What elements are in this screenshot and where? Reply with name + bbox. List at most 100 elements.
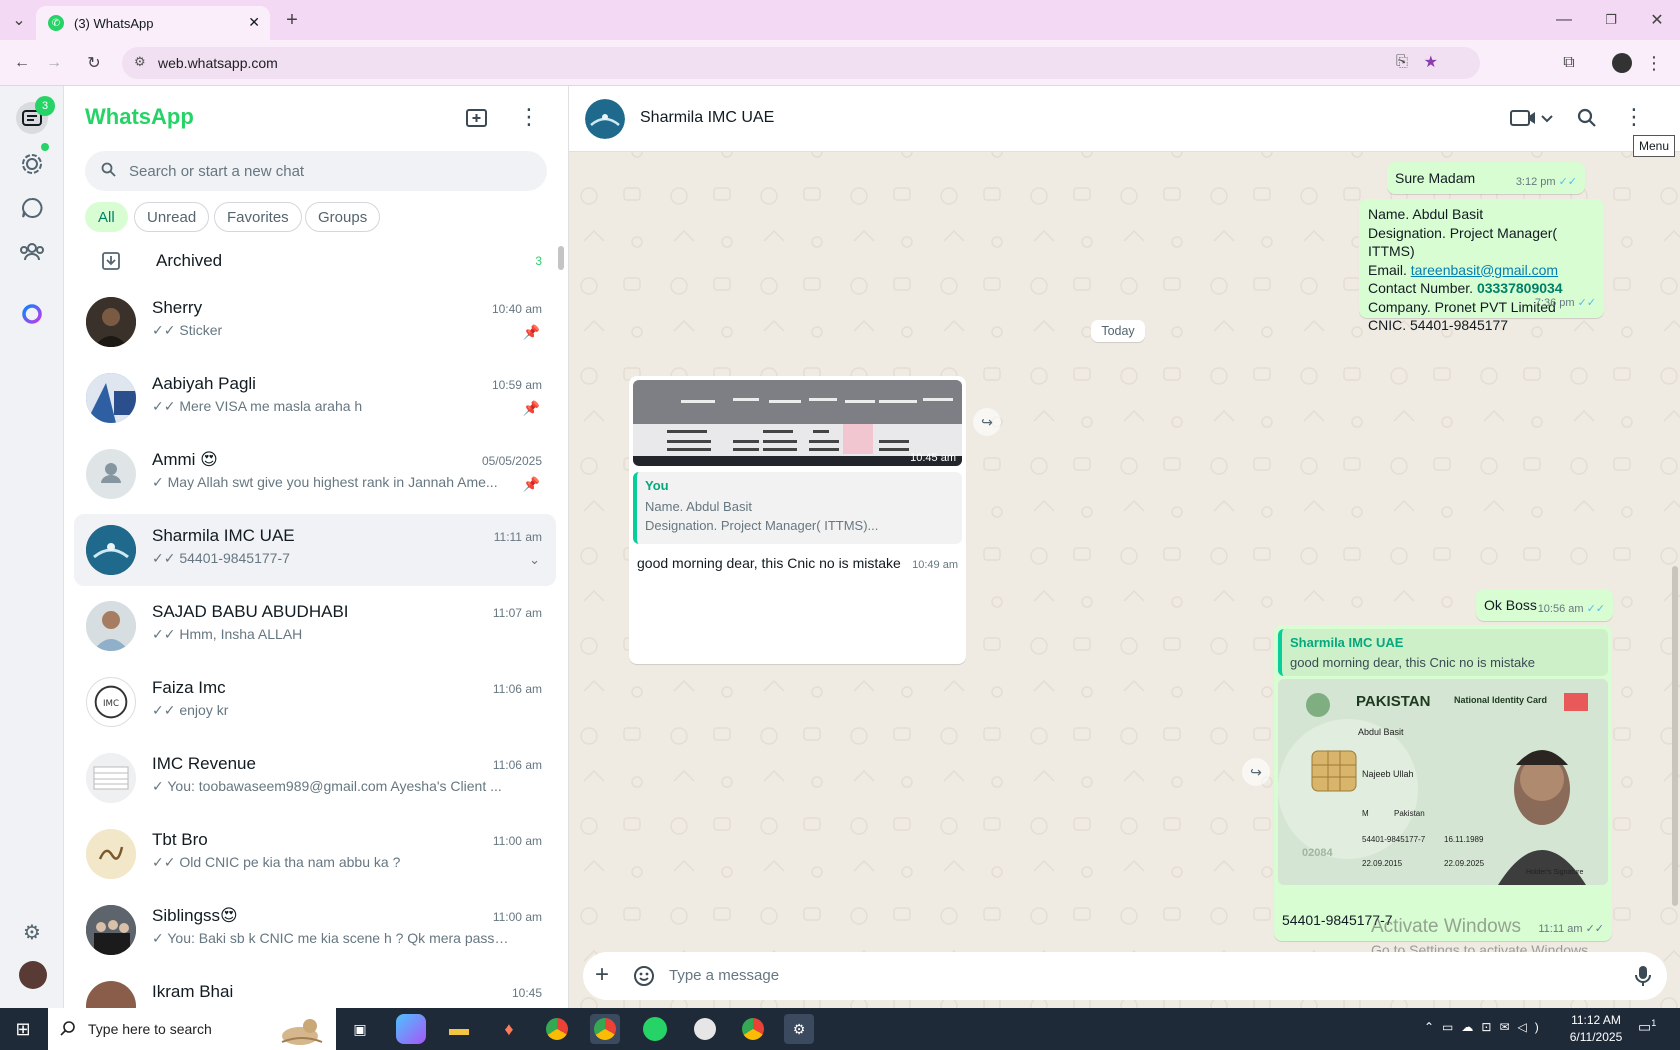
- chats-unread-badge: 3: [35, 96, 55, 116]
- chat-list-scrollbar[interactable]: [558, 246, 564, 270]
- chat-item-sherry[interactable]: Sherry ✓✓ Sticker 10:40 am 📌: [74, 286, 556, 358]
- settings-icon[interactable]: ⚙: [16, 916, 48, 948]
- minimize-icon[interactable]: —: [1550, 6, 1578, 34]
- chrome-icon[interactable]: [542, 1014, 572, 1044]
- quote-line: Designation. Project Manager( ITTMS)...: [645, 518, 879, 533]
- filter-unread[interactable]: Unread: [134, 202, 210, 232]
- chevron-down-icon[interactable]: ⌄: [529, 552, 540, 568]
- bookmark-star-icon[interactable]: ★: [1424, 52, 1438, 72]
- message-outgoing[interactable]: Ok Boss 10:56 am ✓✓: [1476, 589, 1613, 621]
- taskbar-search[interactable]: Type here to search: [48, 1008, 336, 1050]
- whatsapp-icon[interactable]: [640, 1014, 670, 1044]
- card-gender: M: [1362, 809, 1369, 818]
- copilot-icon[interactable]: [396, 1014, 426, 1044]
- address-bar[interactable]: ⚙ web.whatsapp.com ⎘ ★: [122, 47, 1480, 79]
- microphone-icon[interactable]: [1635, 965, 1651, 987]
- close-tab-icon[interactable]: ✕: [248, 14, 260, 31]
- message-outgoing[interactable]: Sure Madam 3:12 pm ✓✓: [1387, 162, 1585, 194]
- chat-item-faiza-imc[interactable]: IMC Faiza Imc ✓✓ enjoy kr 11:06 am: [74, 666, 556, 738]
- install-app-icon[interactable]: ⎘: [1396, 53, 1408, 70]
- filter-groups[interactable]: Groups: [305, 202, 381, 232]
- settings-app-icon[interactable]: ⚙: [784, 1014, 814, 1044]
- message-outgoing-details[interactable]: Name. Abdul Basit Designation. Project M…: [1359, 199, 1604, 333]
- new-chat-icon[interactable]: [466, 108, 488, 128]
- archived-row[interactable]: Archived 3: [74, 236, 556, 286]
- svg-text:IMC: IMC: [103, 699, 119, 709]
- quoted-message[interactable]: Sharmila IMC UAE good morning dear, this…: [1278, 629, 1608, 676]
- browser-tab-strip: ⌄ ✆ (3) WhatsApp ✕ + — ❐ ✕: [0, 0, 1680, 40]
- restore-icon[interactable]: ❐: [1597, 6, 1625, 34]
- meta-ai-icon[interactable]: [16, 298, 48, 330]
- sidebar-menu-icon[interactable]: ⋮: [518, 104, 540, 130]
- chat-item-siblingss[interactable]: Siblingss😍 ✓ You: Baki sb k CNIC me kia …: [74, 894, 556, 966]
- tab-title: (3) WhatsApp: [74, 15, 154, 31]
- detail-email: Email. tareenbasit@gmail.com: [1368, 261, 1559, 278]
- profile-avatar[interactable]: [19, 961, 47, 989]
- communities-icon[interactable]: [16, 236, 48, 268]
- chat-item-sajad-babu[interactable]: SAJAD BABU ABUDHABI ✓✓ Hmm, Insha ALLAH …: [74, 590, 556, 662]
- search-input[interactable]: Search or start a new chat: [85, 151, 547, 191]
- attach-plus-icon[interactable]: +: [595, 963, 609, 987]
- whatsapp-logo-text: WhatsApp: [85, 104, 194, 129]
- chat-preview: ✓ You: Baki sb k CNIC me kia scene h ? Q…: [152, 930, 512, 946]
- chrome-active-icon[interactable]: [590, 1014, 620, 1044]
- chat-preview: ✓✓ Mere VISA me masla araha h: [152, 398, 363, 414]
- chrome-menu-icon[interactable]: ⋮: [1640, 49, 1668, 77]
- read-ticks-icon: ✓✓: [1558, 176, 1577, 188]
- chat-item-sharmila-imc-uae[interactable]: Sharmila IMC UAE ✓✓ 54401-9845177-7 11:1…: [74, 514, 556, 586]
- message-input[interactable]: Type a message: [669, 967, 779, 984]
- avatar: [86, 449, 136, 499]
- chat-item-ikram-bhai[interactable]: Ikram Bhai 10:45: [74, 970, 556, 1008]
- back-icon[interactable]: ←: [8, 49, 36, 77]
- new-tab-icon[interactable]: +: [278, 6, 306, 34]
- conversation-scrollbar[interactable]: [1672, 566, 1678, 906]
- email-link[interactable]: tareenbasit@gmail.com: [1411, 262, 1558, 278]
- conversation-menu-icon[interactable]: ⋮: [1618, 101, 1650, 133]
- detail-cnic: CNIC. 54401-9845177: [1368, 317, 1509, 333]
- file-explorer-icon[interactable]: ▬: [444, 1014, 474, 1044]
- system-tray-icons[interactable]: ⌃▭☁⊡✉◁): [1424, 1020, 1547, 1034]
- channels-icon[interactable]: [16, 192, 48, 224]
- filter-favorites[interactable]: Favorites: [214, 202, 302, 232]
- chrome-profile-icon[interactable]: [738, 1014, 768, 1044]
- app-icon[interactable]: ♦: [494, 1014, 524, 1044]
- chat-preview: ✓✓ Old CNIC pe kia tha nam abbu ka ?: [152, 854, 401, 870]
- chat-preview: ✓✓ 54401-9845177-7: [152, 550, 290, 566]
- forward-icon[interactable]: →: [40, 49, 68, 77]
- extensions-icon[interactable]: ⧉: [1555, 49, 1583, 77]
- window-close-icon[interactable]: ✕: [1643, 6, 1671, 34]
- clock-app-icon[interactable]: [690, 1014, 720, 1044]
- chat-item-tbt-bro[interactable]: Tbt Bro ✓✓ Old CNIC pe kia tha nam abbu …: [74, 818, 556, 890]
- quoted-message[interactable]: You Name. Abdul Basit Designation. Proje…: [633, 472, 962, 544]
- site-info-icon[interactable]: ⚙: [134, 54, 146, 70]
- message-incoming[interactable]: 10:45 am You Name. Abdul Basit Designati…: [629, 376, 966, 664]
- task-view-icon[interactable]: ▣: [345, 1014, 375, 1044]
- search-messages-icon[interactable]: [1577, 108, 1597, 128]
- card-issue: 22.09.2015: [1362, 859, 1403, 868]
- video-call-icon[interactable]: [1510, 108, 1554, 128]
- sticker-emoji-icon[interactable]: [633, 965, 655, 987]
- message-outgoing-image[interactable]: Sharmila IMC UAE good morning dear, this…: [1274, 625, 1612, 941]
- chat-item-aabiyah-pagli[interactable]: Aabiyah Pagli ✓✓ Mere VISA me masla arah…: [74, 362, 556, 434]
- forward-icon[interactable]: ↪: [1242, 758, 1270, 786]
- reload-icon[interactable]: ↻: [80, 49, 108, 77]
- forward-icon[interactable]: ↪: [973, 408, 1001, 436]
- browser-tab[interactable]: ✆ (3) WhatsApp ✕: [36, 6, 270, 40]
- windows-start-icon[interactable]: ⊞: [8, 1014, 38, 1044]
- taskbar-clock[interactable]: 11:12 AM 6/11/2025: [1568, 1012, 1624, 1046]
- status-icon[interactable]: [16, 148, 48, 180]
- id-card-image[interactable]: PAKISTAN National Identity Card Abdul Ba…: [1278, 679, 1608, 885]
- chat-item-ammi[interactable]: Ammi 😍 ✓ May Allah swt give you highest …: [74, 438, 556, 510]
- contact-avatar[interactable]: [585, 99, 625, 139]
- profile-icon[interactable]: [1608, 49, 1636, 77]
- image-time: 10:45 am: [910, 452, 956, 464]
- chat-item-imc-revenue[interactable]: IMC Revenue ✓ You: toobawaseem989@gmail.…: [74, 742, 556, 814]
- tab-list-icon[interactable]: ⌄: [5, 6, 33, 34]
- notifications-icon[interactable]: ▭1: [1638, 1018, 1656, 1036]
- detail-designation: Designation. Project Manager( ITTMS): [1368, 224, 1558, 260]
- taskbar-date: 6/11/2025: [1569, 1030, 1623, 1044]
- contact-name[interactable]: Sharmila IMC UAE: [640, 109, 774, 127]
- search-placeholder: Search or start a new chat: [129, 162, 305, 180]
- filter-all[interactable]: All: [85, 202, 128, 232]
- spreadsheet-image[interactable]: 10:45 am: [633, 380, 962, 466]
